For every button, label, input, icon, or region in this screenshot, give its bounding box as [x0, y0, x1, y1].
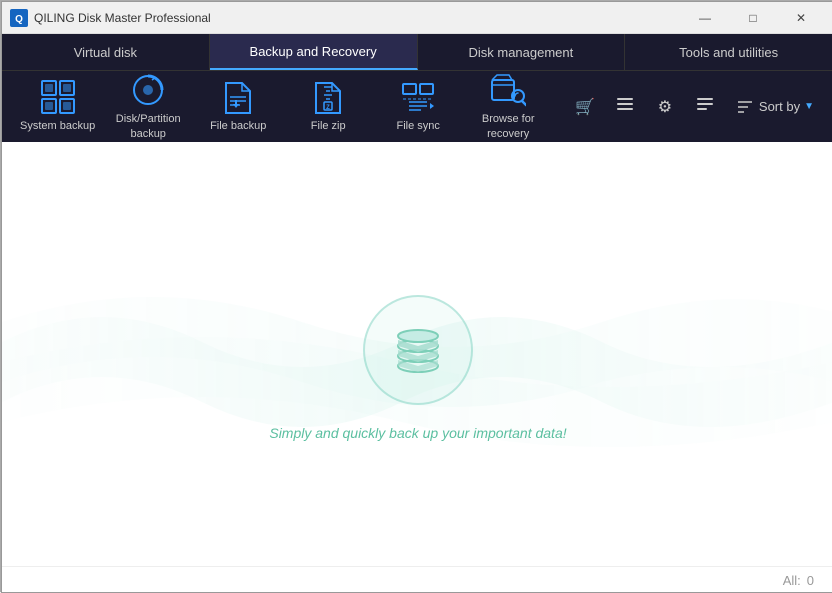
file-sync-tool[interactable]: File sync: [373, 73, 463, 139]
cart-icon: 🛒: [575, 97, 595, 117]
maximize-button[interactable]: □: [730, 2, 776, 34]
tab-virtual-disk[interactable]: Virtual disk: [2, 34, 210, 70]
all-count: 0: [807, 573, 814, 588]
file-sync-icon: [400, 79, 436, 115]
gear-icon: ⚙: [658, 97, 672, 117]
browse-recovery-label: Browse for recovery: [482, 112, 535, 141]
icon-bar: System backup Disk/Partition backup: [2, 70, 832, 142]
sort-label: Sort by: [759, 99, 800, 114]
menu-icon: [696, 95, 714, 118]
window-controls: — □ ✕: [682, 2, 824, 34]
file-zip-tool[interactable]: Z File zip: [283, 73, 373, 139]
stack-icon-container: [363, 295, 473, 405]
disk-partition-backup-tool[interactable]: Disk/Partition backup: [103, 66, 193, 147]
system-backup-icon: [40, 79, 76, 115]
disk-partition-icon: [130, 72, 166, 108]
svg-text:Z: Z: [326, 105, 330, 111]
stack-layers-icon: [388, 320, 448, 380]
browse-recovery-tool[interactable]: Browse for recovery: [463, 66, 553, 147]
main-tabs: Virtual disk Backup and Recovery Disk ma…: [2, 34, 832, 70]
system-backup-label: System backup: [20, 119, 95, 133]
tab-backup-recovery[interactable]: Backup and Recovery: [210, 34, 418, 70]
minimize-button[interactable]: —: [682, 2, 728, 34]
file-zip-icon: Z: [310, 79, 346, 115]
browse-recovery-icon: [490, 72, 526, 108]
center-illustration: Simply and quickly back up your importan…: [269, 295, 566, 441]
app-icon: Q: [10, 9, 28, 27]
system-backup-tool[interactable]: System backup: [12, 73, 103, 139]
list-view-button[interactable]: [609, 91, 641, 123]
file-backup-label: File backup: [210, 119, 266, 133]
footer: All: 0: [2, 566, 832, 593]
menu-button[interactable]: [689, 91, 721, 123]
settings-button[interactable]: ⚙: [649, 91, 681, 123]
tagline-text: Simply and quickly back up your importan…: [269, 425, 566, 441]
app-title: QILING Disk Master Professional: [34, 11, 682, 25]
titlebar: Q QILING Disk Master Professional — □ ✕: [2, 2, 832, 34]
file-sync-label: File sync: [397, 119, 440, 133]
cart-button[interactable]: 🛒: [569, 91, 601, 123]
file-backup-tool[interactable]: File backup: [193, 73, 283, 139]
svg-text:Q: Q: [15, 14, 23, 25]
sort-chevron-icon: ▼: [804, 101, 814, 112]
sort-button[interactable]: Sort by ▼: [729, 95, 822, 118]
close-button[interactable]: ✕: [778, 2, 824, 34]
content-area: Simply and quickly back up your importan…: [2, 142, 832, 593]
tab-disk-management[interactable]: Disk management: [418, 34, 626, 70]
tab-tools-utilities[interactable]: Tools and utilities: [625, 34, 832, 70]
all-label: All:: [783, 573, 801, 588]
disk-partition-label: Disk/Partition backup: [116, 112, 181, 141]
file-backup-icon: [220, 79, 256, 115]
icon-bar-right: 🛒 ⚙: [569, 91, 822, 123]
list-icon: [616, 95, 634, 118]
file-zip-label: File zip: [311, 119, 346, 133]
